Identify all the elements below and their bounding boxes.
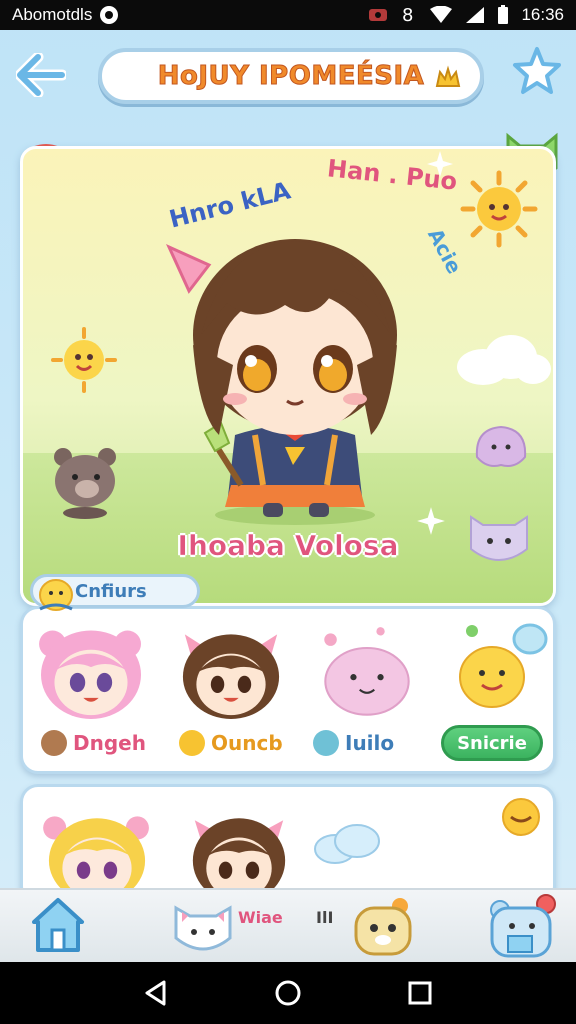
- status-time: 16:36: [521, 5, 564, 24]
- crown-icon: [435, 65, 461, 87]
- chip-label: Iuilo: [345, 731, 395, 755]
- character-avatar-blonde[interactable]: [37, 801, 157, 901]
- svg-text:8: 8: [402, 5, 413, 25]
- character-name: Ihoaba Volosa: [177, 529, 399, 563]
- chip-iuilo[interactable]: Iuilo: [313, 725, 394, 761]
- chip-label: Dngeh: [73, 731, 146, 755]
- leaf-icon: [313, 730, 339, 756]
- status-bar: Abomotdls 8 16:36: [0, 0, 576, 30]
- select-button-label: Snicrie: [457, 732, 527, 754]
- title-banner: HoJUY IPOMEÉSIA: [98, 48, 484, 104]
- chip-ouncb[interactable]: Ouncb: [179, 725, 283, 761]
- star-icon: [513, 47, 561, 94]
- sync-icon: 8: [402, 5, 413, 25]
- bear-icon: [54, 448, 116, 519]
- favorite-button[interactable]: [512, 46, 562, 96]
- sun-small-icon: [51, 327, 117, 393]
- ghost-pink-icon: [475, 425, 527, 467]
- character-avatar-pink[interactable]: [31, 619, 151, 719]
- notification-icon: [100, 6, 119, 24]
- section-tab[interactable]: Cnfiurs: [30, 574, 200, 611]
- back-triangle-icon[interactable]: [142, 979, 170, 1007]
- chip-dngeh[interactable]: Dngeh: [41, 725, 146, 761]
- chip-label: Ouncb: [211, 731, 283, 755]
- dog-face-icon: [354, 898, 412, 956]
- character-row-card: Dngeh Ouncb Iuilo Snicrie: [20, 606, 556, 774]
- nav-profile[interactable]: [488, 894, 558, 960]
- character-avatar-brown-2[interactable]: [179, 801, 299, 901]
- bottom-navigation: Wiae IlI: [0, 888, 576, 962]
- nav-home[interactable]: [28, 894, 88, 960]
- hero-card[interactable]: Hnro kLA Han . Puo Acie Ihoaba Volosa: [20, 146, 556, 606]
- back-button[interactable]: [14, 52, 68, 98]
- character-avatar-brown[interactable]: [171, 619, 291, 719]
- arrow-left-icon: [16, 53, 66, 97]
- page-title: HoJUY IPOMEÉSIA: [157, 61, 425, 92]
- battery-icon: [498, 5, 509, 24]
- signal-icon: [466, 7, 485, 23]
- nav-shop[interactable]: [350, 894, 416, 960]
- system-navigation: [0, 962, 576, 1024]
- emoji-sticker-icon: [502, 798, 540, 836]
- nav-label-wiae: Wiae: [238, 908, 283, 927]
- character-avatar-blob[interactable]: [307, 623, 427, 723]
- character-avatar-yellow[interactable]: [437, 617, 557, 717]
- home-icon: [32, 898, 84, 952]
- coin-icon: [41, 730, 67, 756]
- cat-face-icon: [174, 905, 232, 951]
- home-circle-icon[interactable]: [273, 978, 303, 1008]
- app-header: HoJUY IPOMEÉSIA: [0, 30, 576, 130]
- cloud-icon: [314, 824, 380, 864]
- lightning-icon: [179, 730, 205, 756]
- section-label: Cnfiurs: [75, 580, 147, 602]
- wifi-icon: [430, 6, 453, 23]
- recents-square-icon[interactable]: [406, 979, 434, 1007]
- nav-pets[interactable]: [168, 894, 238, 960]
- select-button[interactable]: Snicrie: [441, 725, 543, 761]
- character-row-card-2: [20, 784, 556, 904]
- bear-face-icon: [490, 894, 556, 958]
- alert-icon: [369, 9, 388, 21]
- chick-icon: [39, 579, 73, 611]
- nav-label-ili: IlI: [316, 908, 334, 927]
- status-app-label: Abomotdls: [12, 5, 93, 24]
- cloud-icon: [457, 335, 551, 385]
